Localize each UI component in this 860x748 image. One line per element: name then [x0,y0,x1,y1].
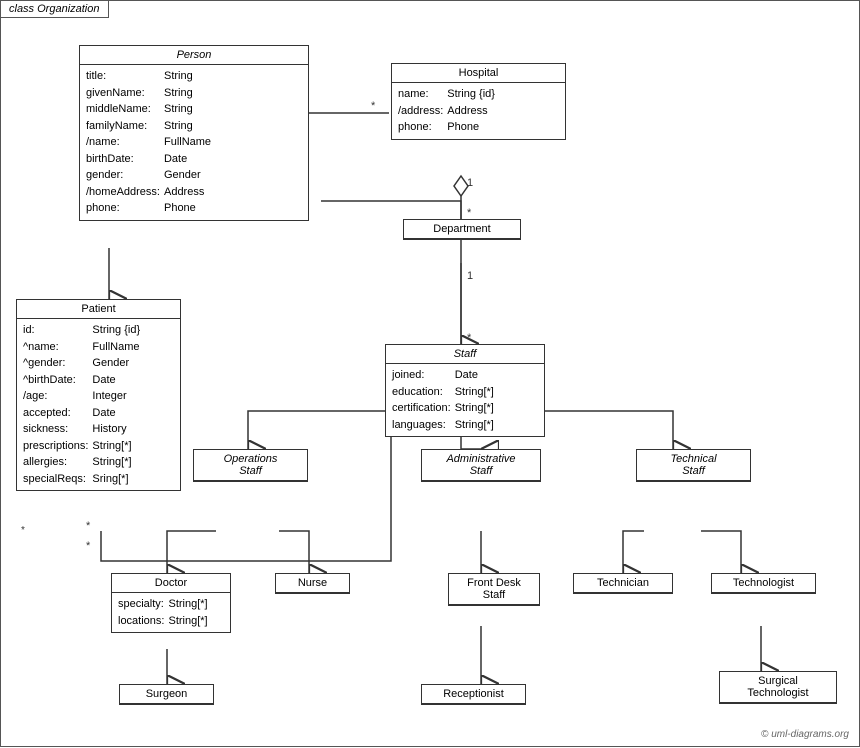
person-box: Person title:String givenName:String mid… [79,45,309,221]
receptionist-box: Receptionist [421,684,526,705]
svg-text:*: * [86,520,91,532]
admin-staff-title: Administrative Staff [422,450,540,481]
svg-text:1: 1 [467,177,473,189]
front-desk-staff-title: Front Desk Staff [449,574,539,605]
operations-staff-box: Operations Staff [193,449,308,482]
operations-staff-title: Operations Staff [194,450,307,481]
doctor-box: Doctor specialty:String[*] locations:Str… [111,573,231,633]
technician-title: Technician [574,574,672,593]
front-desk-staff-box: Front Desk Staff [448,573,540,606]
admin-staff-box: Administrative Staff [421,449,541,482]
department-title: Department [404,220,520,239]
receptionist-title: Receptionist [422,685,525,704]
technical-staff-title: Technical Staff [637,450,750,481]
diagram-title: class Organization [1,1,109,18]
hospital-title: Hospital [392,64,565,83]
surgical-technologist-box: Surgical Technologist [719,671,837,704]
hospital-body: name:String {id} /address:Address phone:… [392,83,565,139]
person-title: Person [80,46,308,65]
staff-body: joined:Date education:String[*] certific… [386,364,544,436]
svg-text:1: 1 [467,270,473,282]
staff-title: Staff [386,345,544,364]
technician-box: Technician [573,573,673,594]
nurse-title: Nurse [276,574,349,593]
doctor-body: specialty:String[*] locations:String[*] [112,593,230,632]
staff-box: Staff joined:Date education:String[*] ce… [385,344,545,437]
surgeon-box: Surgeon [119,684,214,705]
nurse-box: Nurse [275,573,350,594]
surgical-technologist-title: Surgical Technologist [720,672,836,703]
department-box: Department [403,219,521,240]
copyright-text: © uml-diagrams.org [761,729,849,740]
svg-text:*: * [86,540,91,552]
technical-staff-box: Technical Staff [636,449,751,482]
hospital-box: Hospital name:String {id} /address:Addre… [391,63,566,140]
svg-text:*: * [467,332,472,344]
doctor-title: Doctor [112,574,230,593]
person-body: title:String givenName:String middleName… [80,65,308,220]
patient-title: Patient [17,300,180,319]
surgeon-title: Surgeon [120,685,213,704]
svg-text:*: * [467,207,472,219]
technologist-title: Technologist [712,574,815,593]
patient-body: id:String {id} ^name:FullName ^gender:Ge… [17,319,180,490]
technologist-box: Technologist [711,573,816,594]
svg-text:*: * [371,100,376,112]
diagram-container: class Organization [0,0,860,747]
patient-box: Patient id:String {id} ^name:FullName ^g… [16,299,181,491]
mult-patient-bottom: * [21,525,25,536]
